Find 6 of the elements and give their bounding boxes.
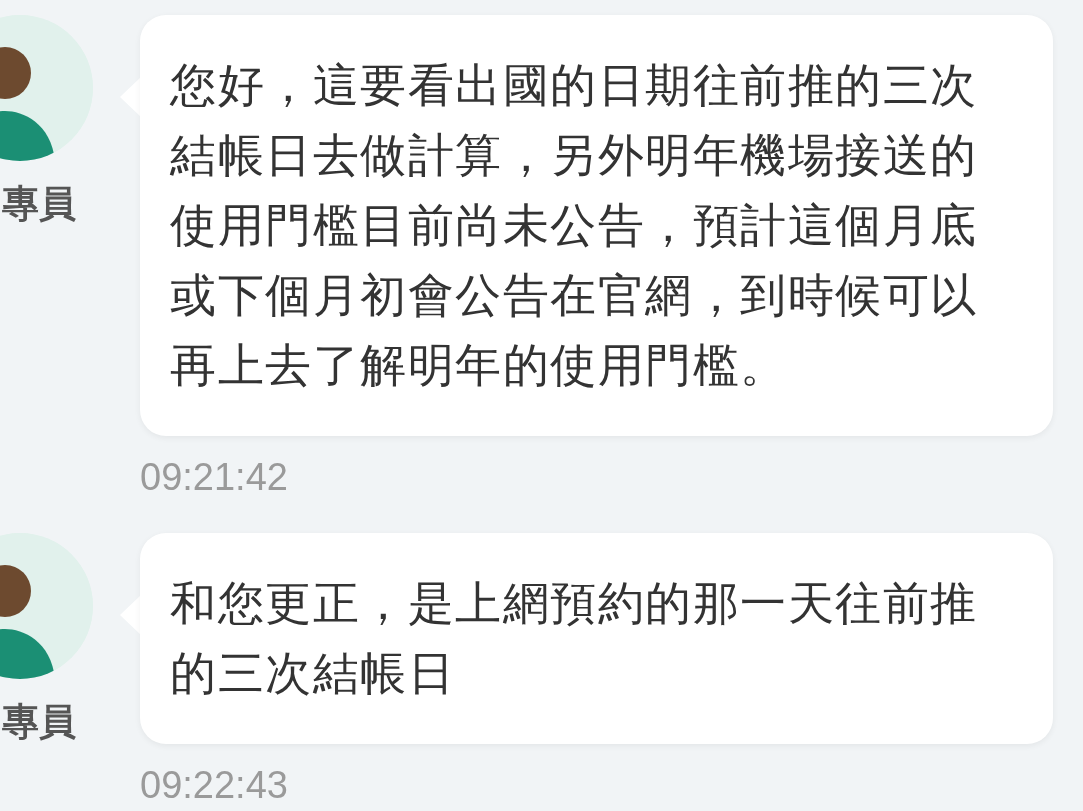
message-bubble: 您好，這要看出國的日期往前推的三次結帳日去做計算，另外明年機場接送的使用門檻目前尚未公告，預計這個月底或下個月初會公告在官網，到時候可以再上去了解明年的使用門檻。	[140, 15, 1053, 436]
sender-name: 專員	[2, 700, 76, 744]
message-time: 09:22:43	[140, 764, 289, 807]
message-bubble: 和您更正，是上網預約的那一天往前推的三次結帳日	[140, 533, 1053, 744]
sender-name: 專員	[2, 182, 76, 226]
message-time: 09:21:42	[140, 456, 289, 499]
